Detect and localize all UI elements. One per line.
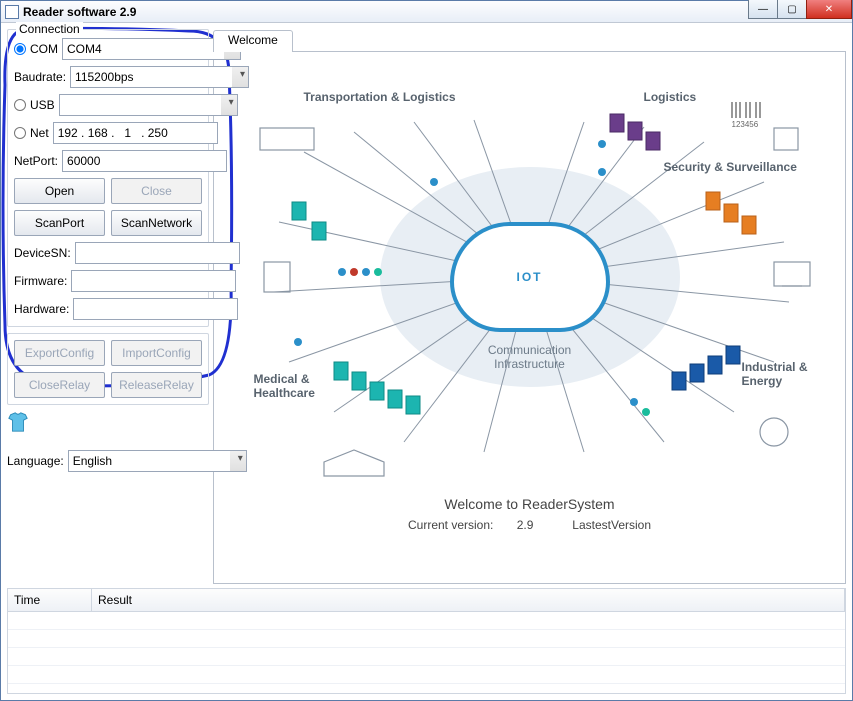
table-row [8, 612, 845, 630]
language-combo[interactable] [68, 450, 247, 472]
baud-label: Baudrate: [14, 70, 66, 84]
welcome-pane: 123456 IOT Communication Infrastructure … [213, 51, 846, 584]
config-group: ExportConfig ImportConfig CloseRelay Rel… [7, 333, 209, 405]
language-row: Language: [7, 450, 209, 472]
maximize-button[interactable]: ▢ [777, 0, 807, 19]
iot-illustration: 123456 IOT Communication Infrastructure … [234, 72, 826, 482]
barcode-text: 123456 [732, 120, 759, 129]
results-rows[interactable] [8, 612, 845, 693]
welcome-line2: Current version: 2.9 LastestVersion [408, 516, 651, 532]
minimize-button[interactable]: — [748, 0, 778, 19]
welcome-line1: Welcome to ReaderSystem [408, 496, 651, 512]
hardware-label: Hardware: [14, 302, 69, 316]
tshirt-row [7, 411, 209, 436]
col-time-header[interactable]: Time [8, 589, 92, 611]
app-window: Reader software 2.9 — ▢ ✕ Connection COM [0, 0, 853, 701]
usb-row: USB [14, 94, 202, 116]
window-buttons: — ▢ ✕ [749, 0, 852, 19]
firmware-label: Firmware: [14, 274, 67, 288]
results-header: Time Result [8, 589, 845, 612]
sector-industrial: Industrial & Energy [742, 360, 808, 388]
open-close-row: Open Close [14, 178, 202, 204]
netport-input[interactable] [62, 150, 227, 172]
hardware-input[interactable] [73, 298, 238, 320]
connection-legend: Connection [16, 22, 83, 36]
sector-medical: Medical & Healthcare [254, 372, 315, 400]
language-label: Language: [7, 454, 64, 468]
welcome-block: Welcome to ReaderSystem Current version:… [408, 492, 651, 536]
firmware-row: Firmware: [14, 270, 202, 292]
usb-radio[interactable] [14, 99, 26, 111]
col-result-header[interactable]: Result [92, 589, 845, 611]
importconfig-button[interactable]: ImportConfig [111, 340, 202, 366]
com-radio[interactable] [14, 43, 26, 55]
table-row [8, 666, 845, 684]
devicesn-row: DeviceSN: [14, 242, 202, 264]
closerelay-button[interactable]: CloseRelay [14, 372, 105, 398]
top-zone: Connection COM Baudrate: USB [7, 29, 846, 584]
tab-welcome[interactable]: Welcome [213, 30, 293, 52]
open-button[interactable]: Open [14, 178, 105, 204]
results-list: Time Result [7, 588, 846, 694]
comm-label: Communication Infrastructure [488, 343, 571, 371]
firmware-input[interactable] [71, 270, 236, 292]
config-row1: ExportConfig ImportConfig [14, 340, 202, 366]
connection-group: Connection COM Baudrate: USB [7, 29, 209, 327]
close-button[interactable]: Close [111, 178, 202, 204]
tabstrip: Welcome [213, 29, 846, 51]
net-radio[interactable] [14, 127, 26, 139]
table-row [8, 648, 845, 666]
config-row2: CloseRelay ReleaseRelay [14, 372, 202, 398]
scan-row: ScanPort ScanNetwork [14, 210, 202, 236]
sector-security: Security & Surveillance [664, 160, 797, 174]
com-row: COM [14, 38, 202, 60]
close-window-button[interactable]: ✕ [806, 0, 852, 19]
net-ip-input[interactable] [53, 122, 218, 144]
com-label: COM [30, 42, 58, 56]
net-label: Net [30, 126, 49, 140]
hardware-row: Hardware: [14, 298, 202, 320]
netport-label: NetPort: [14, 154, 58, 168]
usb-combo[interactable] [59, 94, 238, 116]
table-row [8, 630, 845, 648]
client-area: Connection COM Baudrate: USB [1, 23, 852, 700]
scanport-button[interactable]: ScanPort [14, 210, 105, 236]
window-title: Reader software 2.9 [23, 5, 136, 19]
net-row: Net [14, 122, 202, 144]
titlebar: Reader software 2.9 — ▢ ✕ [1, 1, 852, 23]
exportconfig-button[interactable]: ExportConfig [14, 340, 105, 366]
devicesn-input[interactable] [75, 242, 240, 264]
app-icon [5, 5, 19, 19]
baud-combo[interactable] [70, 66, 249, 88]
usb-label: USB [30, 98, 55, 112]
scannetwork-button[interactable]: ScanNetwork [111, 210, 202, 236]
left-column: Connection COM Baudrate: USB [7, 29, 209, 584]
iot-text: IOT [517, 270, 543, 284]
iot-cloud: IOT [450, 222, 610, 332]
releaserelay-button[interactable]: ReleaseRelay [111, 372, 202, 398]
devicesn-label: DeviceSN: [14, 246, 71, 260]
sector-transport: Transportation & Logistics [304, 90, 456, 104]
baud-row: Baudrate: [14, 66, 202, 88]
tshirt-icon[interactable] [7, 411, 29, 433]
sector-logistics: Logistics [644, 90, 697, 104]
right-column: Welcome [213, 29, 846, 584]
netport-row: NetPort: [14, 150, 202, 172]
